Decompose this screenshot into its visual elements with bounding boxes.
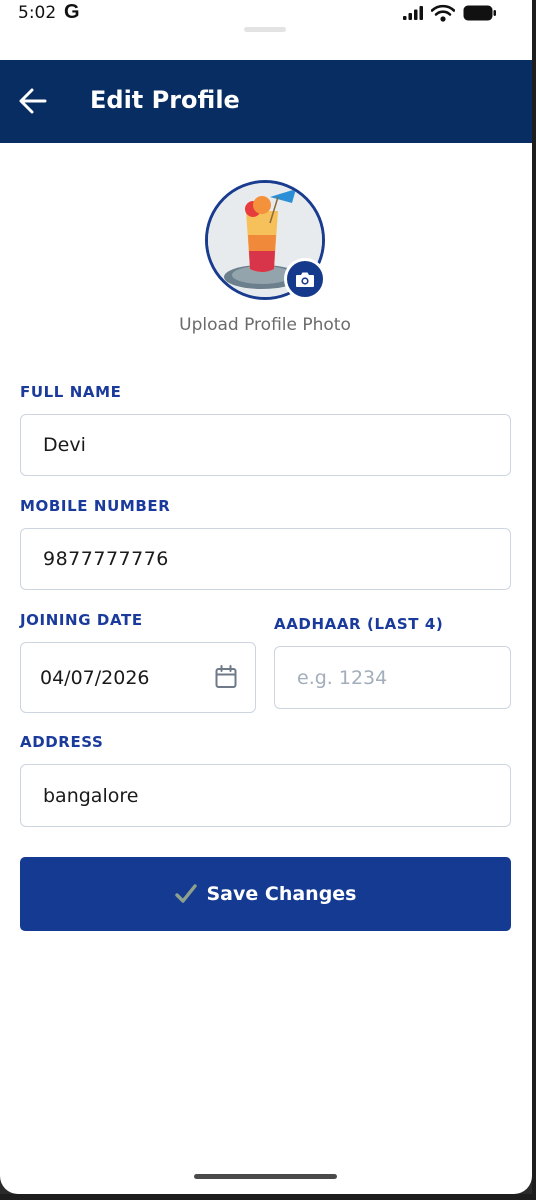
page-title: Edit Profile (90, 86, 240, 114)
aadhaar-input[interactable]: e.g. 1234 (274, 646, 511, 709)
mobile-number-value: 9877777776 (43, 548, 169, 570)
signal-icon (403, 6, 423, 20)
device-bezel-right (532, 0, 536, 1200)
arrow-left-icon (19, 88, 47, 114)
joining-date-label: JOINING DATE (20, 611, 143, 629)
address-label: ADDRESS (20, 733, 104, 751)
joining-date-value: 04/07/2026 (40, 666, 150, 689)
mobile-number-input[interactable]: 9877777776 (20, 528, 511, 590)
home-indicator[interactable] (194, 1174, 337, 1179)
camera-button[interactable] (284, 258, 326, 300)
upload-photo-label[interactable]: Upload Profile Photo (0, 315, 530, 335)
save-changes-button[interactable]: Save Changes (20, 857, 511, 931)
mobile-number-label: MOBILE NUMBER (20, 497, 171, 515)
aadhaar-placeholder: e.g. 1234 (297, 666, 388, 689)
full-name-value: Devi (43, 434, 86, 456)
status-time: 5:02 (18, 3, 57, 23)
back-button[interactable] (14, 82, 52, 120)
address-input[interactable]: bangalore (20, 764, 511, 827)
drag-handle[interactable] (244, 27, 286, 32)
joining-date-input[interactable]: 04/07/2026 (20, 642, 256, 713)
camera-icon (296, 272, 314, 287)
app-bar: Edit Profile (0, 60, 532, 143)
device-bezel-bottom (0, 1194, 536, 1200)
status-bar: 5:02 G (0, 0, 532, 60)
full-name-label: FULL NAME (20, 383, 122, 401)
google-icon: G (64, 1, 80, 23)
address-value: bangalore (43, 784, 139, 807)
aadhaar-label: AADHAAR (LAST 4) (274, 615, 444, 633)
check-icon (174, 882, 198, 906)
calendar-icon[interactable] (215, 665, 237, 689)
full-name-input[interactable]: Devi (20, 414, 511, 476)
save-changes-label: Save Changes (206, 883, 357, 905)
screen: 5:02 G Edit Profile Upload Profile Photo… (0, 0, 532, 1194)
battery-icon (463, 5, 496, 21)
wifi-icon (431, 4, 455, 22)
